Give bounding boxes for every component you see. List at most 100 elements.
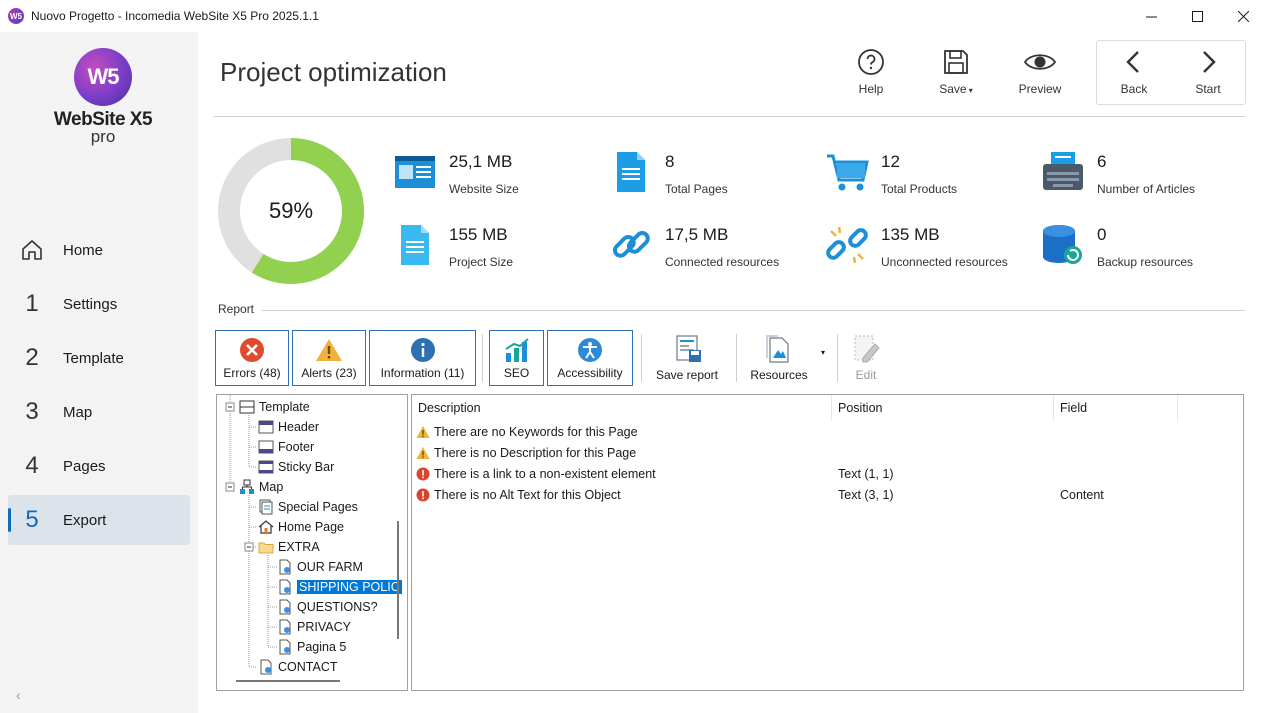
web-page-icon (279, 619, 291, 635)
close-button[interactable] (1220, 0, 1266, 32)
sidebar: W5 WebSite X5 pro Home 1 Settings 2 Temp… (0, 32, 198, 713)
tree-vertical-scrollbar[interactable] (397, 521, 399, 639)
information-filter-button[interactable]: Information (11) (369, 330, 476, 386)
accessibility-filter-button[interactable]: Accessibility (547, 330, 633, 386)
title-bar: W5 Nuovo Progetto - Incomedia WebSite X5… (0, 0, 1266, 32)
edit-label: Edit (855, 368, 877, 382)
document-icon (401, 225, 429, 265)
tree-item-label: Header (278, 420, 319, 434)
tree-item-header[interactable]: Header (258, 417, 319, 437)
stat-value: 0 (1097, 225, 1107, 244)
sidebar-item-export[interactable]: 5 Export (8, 495, 190, 545)
stat-articles: 6 Number of Articles (1041, 150, 1195, 196)
column-header-description[interactable]: Description (412, 395, 832, 421)
tree-item-template[interactable]: Template (239, 397, 310, 417)
tree-item-label: Pagina 5 (297, 640, 347, 654)
tree-item-shipping-policy[interactable]: SHIPPING POLIC (277, 577, 402, 597)
resources-icon (766, 335, 789, 363)
arrow-right-icon (1203, 51, 1216, 73)
stat-value: 17,5 MB (665, 225, 729, 244)
column-header-position[interactable]: Position (832, 395, 1054, 421)
table-row[interactable]: There is no Alt Text for this Object Tex… (416, 484, 1236, 505)
tree-item-pagina-5[interactable]: Pagina 5 (277, 637, 346, 657)
maximize-icon (1191, 10, 1203, 22)
toolbar-separator (482, 334, 483, 382)
report-messages-table: Description Position Field There are no … (411, 394, 1244, 691)
arrow-left-icon (1126, 51, 1139, 73)
column-header-field[interactable]: Field (1054, 395, 1178, 421)
stat-label: Unconnected resources (881, 255, 1008, 269)
message-description: There is a link to a non-existent elemen… (434, 466, 656, 481)
tree-item-map[interactable]: Map (239, 477, 283, 497)
sidebar-item-label: Home (63, 241, 104, 259)
folder-icon (258, 542, 274, 554)
info-icon (410, 338, 435, 362)
tree-item-home-page[interactable]: Home Page (258, 517, 344, 537)
web-page-icon (279, 599, 291, 615)
stat-label: Backup resources (1097, 255, 1194, 269)
sidebar-item-template[interactable]: 2 Template (8, 333, 190, 383)
toolbar-separator (736, 334, 737, 382)
minimize-button[interactable] (1128, 0, 1174, 32)
seo-chart-icon (504, 338, 529, 362)
save-label: Save (939, 82, 967, 96)
message-field: Content (1060, 487, 1104, 502)
stat-backup-resources: 0 Backup resources (1041, 223, 1193, 269)
tree-item-privacy[interactable]: PRIVACY (277, 617, 351, 637)
error-icon (240, 338, 264, 362)
save-report-button[interactable]: Save report (652, 330, 722, 386)
tree-item-sticky-bar[interactable]: Sticky Bar (258, 457, 334, 477)
table-row[interactable]: There is no Description for this Page (416, 442, 1236, 463)
tree-item-extra-folder[interactable]: EXTRA (258, 537, 320, 557)
collapse-sidebar-button[interactable]: ‹ (16, 687, 21, 703)
sticky-bar-icon (258, 460, 274, 474)
sidebar-item-label: Export (63, 511, 107, 529)
tree-horizontal-scrollbar[interactable] (236, 680, 340, 682)
maximize-button[interactable] (1174, 0, 1220, 32)
start-label: Start (1195, 82, 1221, 96)
tree-item-our-farm[interactable]: OUR FARM (277, 557, 363, 577)
table-row[interactable]: There are no Keywords for this Page (416, 421, 1236, 442)
message-position: Text (3, 1) (838, 487, 894, 502)
step-number: 5 (25, 506, 39, 533)
error-icon (416, 488, 430, 501)
tree-item-label: Sticky Bar (278, 460, 335, 474)
resources-button[interactable]: Resources (746, 330, 812, 386)
resources-dropdown-icon[interactable]: ▾ (817, 348, 829, 364)
errors-filter-button[interactable]: Errors (48) (215, 330, 289, 386)
stat-connected-resources: 17,5 MB Connected resources (609, 223, 779, 269)
save-button[interactable]: Save ▾ (932, 48, 980, 96)
preview-button[interactable]: Preview (1014, 48, 1066, 96)
sidebar-item-pages[interactable]: 4 Pages (8, 441, 190, 491)
stat-label: Number of Articles (1097, 182, 1196, 196)
sidebar-item-settings[interactable]: 1 Settings (8, 279, 190, 329)
stat-value: 12 (881, 152, 900, 171)
alerts-label: Alerts (23) (301, 366, 357, 380)
pages-tree[interactable]: Template Header Footer Sticky Bar Map Sp… (216, 394, 408, 691)
error-icon (416, 467, 430, 480)
sidebar-item-home[interactable]: Home (8, 225, 190, 275)
start-button[interactable]: Start (1188, 48, 1228, 96)
web-page-icon (279, 579, 291, 595)
table-row[interactable]: There is a link to a non-existent elemen… (416, 463, 1236, 484)
edit-icon (854, 335, 880, 363)
sidebar-item-label: Pages (63, 457, 106, 475)
tree-item-label: Footer (278, 440, 315, 454)
tree-item-special-pages[interactable]: Special Pages (258, 497, 358, 517)
tree-item-questions[interactable]: QUESTIONS? (277, 597, 378, 617)
help-button[interactable]: Help (848, 48, 894, 96)
typewriter-icon (1043, 152, 1083, 190)
web-page-icon (260, 659, 272, 675)
alerts-filter-button[interactable]: Alerts (23) (292, 330, 366, 386)
seo-filter-button[interactable]: SEO (489, 330, 544, 386)
tree-item-contact[interactable]: CONTACT (258, 657, 338, 677)
stat-label: Connected resources (665, 255, 780, 269)
stat-value: 25,1 MB (449, 152, 513, 171)
back-button[interactable]: Back (1114, 48, 1154, 96)
tree-item-footer[interactable]: Footer (258, 437, 314, 457)
seo-label: SEO (503, 366, 530, 380)
sidebar-item-map[interactable]: 3 Map (8, 387, 190, 437)
step-number: 1 (25, 290, 39, 317)
save-icon (944, 50, 968, 74)
website-icon (395, 156, 435, 188)
